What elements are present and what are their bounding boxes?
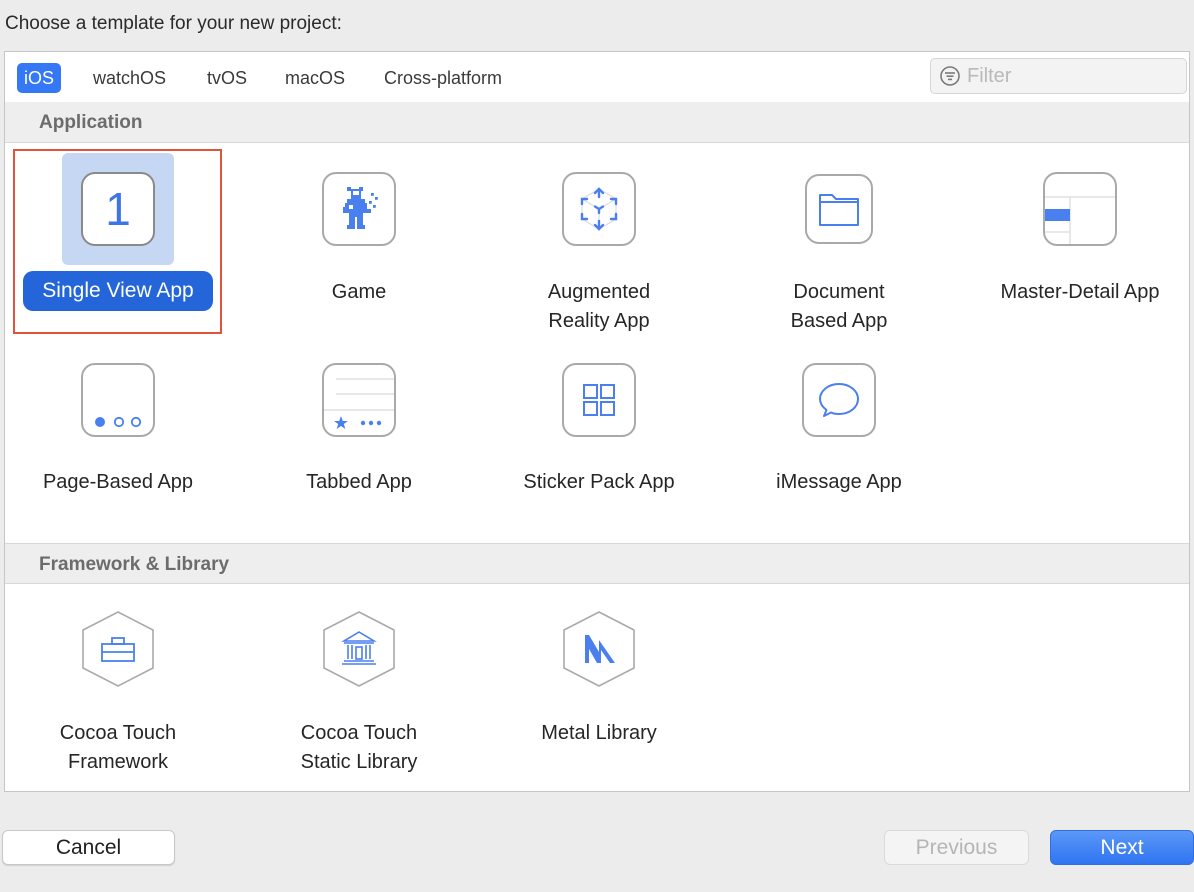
message-bubble-icon (802, 363, 876, 437)
template-label: Document Based App (790, 281, 888, 332)
cancel-button[interactable]: Cancel (2, 830, 175, 865)
template-game[interactable]: Game (249, 152, 469, 342)
previous-button[interactable]: Previous (884, 830, 1029, 865)
template-label: Page-Based App (42, 471, 194, 493)
section-header-application: Application (5, 102, 1189, 143)
template-sticker-pack-app[interactable]: Sticker Pack App (489, 352, 709, 522)
master-detail-icon (1043, 172, 1117, 246)
template-page-based-app[interactable]: Page-Based App (8, 352, 228, 522)
template-cocoa-touch-static-library[interactable]: Cocoa Touch Static Library (249, 592, 469, 792)
template-label: Sticker Pack App (523, 471, 675, 493)
page-dots-icon (81, 363, 155, 437)
tab-bar-icon (322, 363, 396, 437)
tab-ios[interactable]: iOS (17, 63, 62, 93)
ar-cube-icon (562, 172, 636, 246)
template-label: Augmented Reality App (547, 281, 651, 332)
filter-icon (940, 66, 960, 86)
template-label: iMessage App (776, 471, 902, 493)
toolbox-icon (82, 611, 154, 687)
template-label: Cocoa Touch Framework (59, 722, 177, 773)
template-cocoa-touch-framework[interactable]: Cocoa Touch Framework (8, 592, 228, 792)
template-label: Master-Detail App (1000, 281, 1160, 303)
section-header-framework-library: Framework & Library (5, 543, 1189, 584)
game-icon (322, 172, 396, 246)
platform-tab-bar: iOS watchOS tvOS macOS Cross-platform (5, 52, 1189, 103)
template-label: Metal Library (541, 722, 657, 744)
tab-watchos[interactable]: watchOS (86, 63, 173, 93)
sticker-grid-icon (562, 363, 636, 437)
next-button[interactable]: Next (1050, 830, 1194, 865)
filter-input[interactable] (965, 63, 1169, 89)
template-label: Game (331, 281, 387, 303)
template-single-view-app[interactable]: 1 Single View App (8, 152, 228, 342)
template-label: Cocoa Touch Static Library (300, 722, 418, 773)
tab-macos[interactable]: macOS (278, 63, 352, 93)
metal-icon (563, 611, 635, 687)
filter-field[interactable] (930, 58, 1187, 94)
single-view-icon: 1 (81, 172, 155, 246)
template-tabbed-app[interactable]: Tabbed App (249, 352, 469, 522)
page-prompt: Choose a template for your new project: (5, 13, 342, 34)
tab-tvos[interactable]: tvOS (200, 63, 254, 93)
template-document-based-app[interactable]: Document Based App (729, 152, 949, 342)
folder-icon (805, 174, 873, 244)
template-label: Single View App (23, 271, 213, 311)
template-panel: iOS watchOS tvOS macOS Cross-platform Ap… (4, 51, 1190, 792)
template-label: Tabbed App (306, 471, 412, 493)
tab-cross-platform[interactable]: Cross-platform (377, 63, 509, 93)
template-metal-library[interactable]: Metal Library (489, 592, 709, 792)
template-augmented-reality-app[interactable]: Augmented Reality App (489, 152, 709, 342)
template-imessage-app[interactable]: iMessage App (729, 352, 949, 522)
library-building-icon (323, 611, 395, 687)
template-master-detail-app[interactable]: Master-Detail App (970, 152, 1190, 342)
